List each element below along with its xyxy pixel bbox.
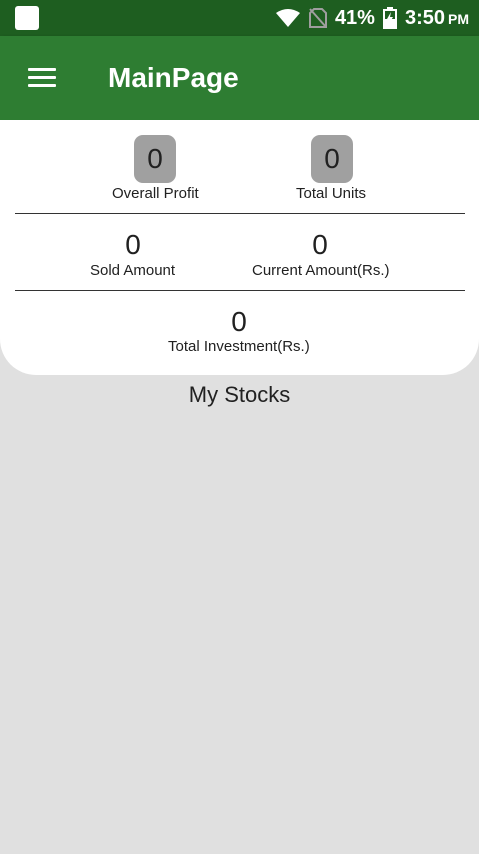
app-bar: MainPage (0, 36, 479, 120)
my-stocks-heading: My Stocks (188, 382, 291, 407)
total-units-value: 0 (311, 135, 353, 183)
overall-profit-label: Overall Profit (112, 185, 199, 202)
divider (15, 290, 465, 291)
wifi-icon (275, 9, 300, 27)
status-bar: 41% 3:50 PM (0, 0, 479, 36)
total-investment-value: 0 (231, 306, 247, 337)
portfolio-summary-card: 0 Overall Profit 0 Total Units 0 Sold Am… (0, 120, 479, 375)
overall-profit-value: 0 (134, 135, 176, 183)
total-units-label: Total Units (296, 185, 367, 202)
total-investment-label: Total Investment(Rs.) (168, 338, 310, 355)
page-title: MainPage (108, 62, 239, 93)
current-amount-value: 0 (312, 229, 328, 260)
sold-amount-value: 0 (125, 229, 141, 260)
clock-time: 3:50 (404, 6, 445, 29)
clock-ampm: PM (448, 10, 469, 27)
stocks-list (0, 420, 479, 854)
status-indicators: 41% 3:50 PM (275, 0, 469, 36)
battery-percentage: 41% (334, 6, 375, 29)
status-clock: 3:50 PM (405, 7, 469, 30)
battery-charging-icon (382, 7, 397, 29)
divider (15, 213, 465, 214)
current-amount-label: Current Amount(Rs.) (252, 262, 390, 279)
no-sim-icon (308, 8, 327, 28)
hamburger-menu-icon[interactable] (28, 68, 56, 88)
sold-amount-label: Sold Amount (90, 262, 176, 279)
app-notification-icon (15, 6, 39, 30)
